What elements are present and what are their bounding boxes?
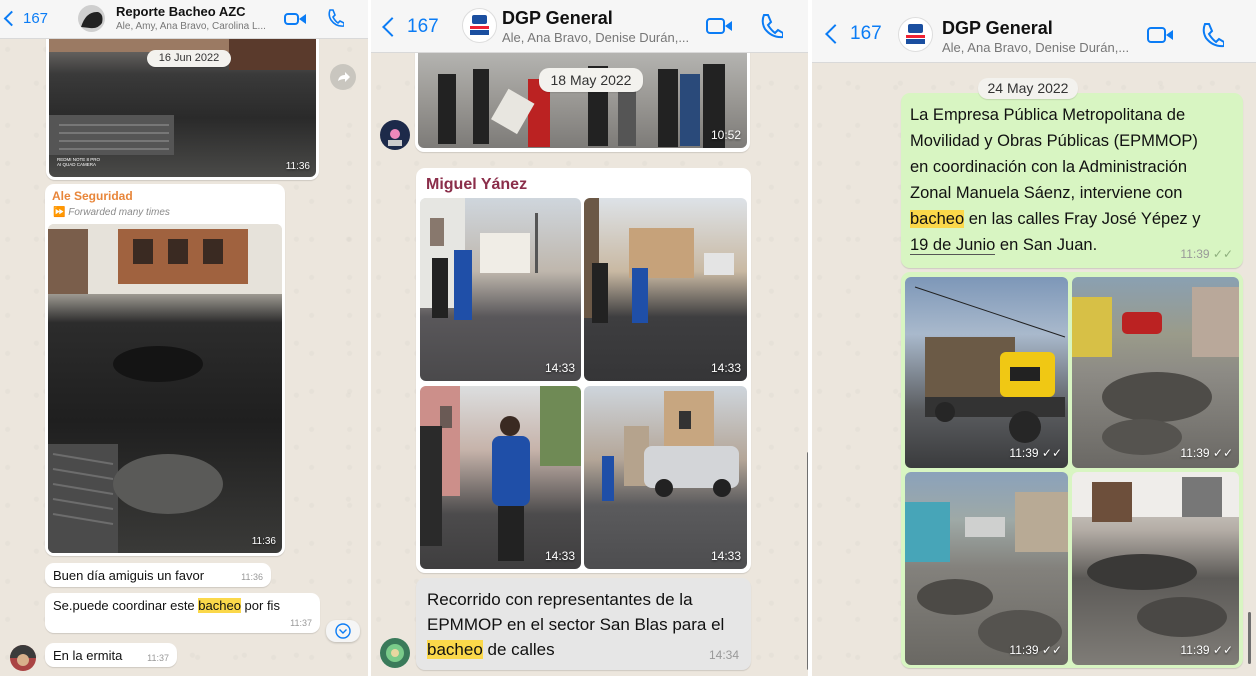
date-separator: 24 May 2022 — [978, 78, 1078, 99]
album-photo-3[interactable]: 14:33 — [420, 386, 581, 569]
date-separator: 16 Jun 2022 — [147, 50, 231, 67]
photo-message[interactable]: 10:52 — [415, 44, 750, 152]
album-photo-1[interactable]: 14:33 — [420, 198, 581, 381]
photo-time: 14:33 — [710, 361, 741, 375]
album-photo-4[interactable]: 11:39 ✓✓ — [1072, 472, 1239, 665]
photo-time: 14:33 — [710, 549, 741, 563]
forwarded-icon: ⏩ — [53, 207, 66, 218]
double-check-icon: ✓✓ — [1041, 446, 1062, 460]
message-time: 11:36 — [251, 536, 276, 547]
video-call-icon[interactable] — [1147, 27, 1166, 43]
chevron-down-icon — [335, 623, 351, 639]
back-button[interactable]: 167 — [382, 16, 439, 38]
group-avatar[interactable] — [78, 5, 105, 32]
group-photo[interactable]: 10:52 — [418, 44, 747, 148]
sender-name[interactable]: Ale Seguridad — [52, 189, 133, 203]
album-photo-1[interactable]: 11:39 ✓✓ — [905, 277, 1068, 468]
chat-subtitle[interactable]: Ale, Ana Bravo, Denise Durán,... — [502, 30, 692, 45]
scrollbar[interactable] — [1248, 612, 1251, 664]
photo-time: 11:39 ✓✓ — [1180, 643, 1233, 657]
phone-call-icon[interactable] — [1200, 22, 1225, 53]
photo-album-message[interactable]: Miguel Yánez 14:33 14:33 14:33 14:33 — [416, 168, 751, 573]
photo-time: 11:39 ✓✓ — [1009, 643, 1062, 657]
chat-title[interactable]: DGP General — [502, 8, 613, 29]
pothole-photo[interactable]: 11:36 — [48, 224, 282, 553]
chat-title[interactable]: DGP General — [942, 18, 1053, 39]
camera-watermark: REDMI NOTE 8 PRO AI QUAD CAMERA — [57, 157, 101, 167]
date-separator: 18 May 2022 — [539, 68, 643, 92]
double-check-icon: ✓✓ — [1212, 643, 1233, 657]
message-time: 11:36 — [285, 161, 310, 172]
photo-time: 11:39 ✓✓ — [1180, 446, 1233, 460]
text-message[interactable]: Se.puede coordinar este bacheo por fis 1… — [45, 593, 320, 633]
date-link[interactable]: 19 de Junio — [910, 236, 996, 255]
forwarded-photo-message[interactable]: Ale Seguridad ⏩ Forwarded many times 11:… — [45, 184, 285, 556]
chevron-left-icon — [3, 10, 20, 27]
album-photo-2[interactable]: 11:39 ✓✓ — [1072, 277, 1239, 468]
text-message[interactable]: Buen día amiguis un favor 11:36 — [45, 563, 271, 587]
sender-avatar[interactable] — [380, 120, 410, 150]
panel-divider — [368, 0, 371, 676]
forwarded-label: ⏩ Forwarded many times — [53, 207, 170, 218]
phone-call-icon[interactable] — [326, 8, 345, 33]
search-highlight: bacheo — [427, 640, 483, 659]
video-call-icon[interactable] — [706, 18, 725, 34]
back-count: 167 — [407, 16, 439, 37]
chat-header: 167 DGP General Ale, Ana Bravo, Denise D… — [812, 0, 1256, 63]
chat-subtitle[interactable]: Ale, Ana Bravo, Denise Durán,... — [942, 40, 1134, 55]
back-button[interactable]: 167 — [3, 10, 49, 27]
sender-avatar[interactable] — [10, 645, 36, 671]
photo-time: 14:33 — [544, 549, 575, 563]
chevron-left-icon — [825, 24, 845, 44]
back-count: 167 — [850, 23, 882, 44]
text-message[interactable]: Recorrido con representantes de la EPMMO… — [416, 578, 751, 670]
back-count: 167 — [23, 10, 49, 27]
forward-button[interactable] — [330, 64, 356, 90]
album-photo-4[interactable]: 14:33 — [584, 386, 747, 569]
group-avatar[interactable] — [462, 8, 497, 43]
photo-time: 14:33 — [544, 361, 575, 375]
scroll-to-bottom-button[interactable] — [326, 620, 360, 642]
group-avatar[interactable] — [898, 17, 933, 52]
panel-divider — [808, 0, 812, 676]
photo-time: 11:39 ✓✓ — [1009, 446, 1062, 460]
text-message[interactable]: La Empresa Pública Metropolitana de Movi… — [901, 93, 1243, 268]
message-time: 11:39 ✓✓ — [1180, 247, 1233, 261]
sender-avatar[interactable] — [380, 638, 410, 668]
text-message[interactable]: En la ermita 11:37 — [45, 643, 177, 667]
back-button[interactable]: 167 — [825, 23, 882, 45]
chat-subtitle[interactable]: Ale, Amy, Ana Bravo, Carolina L... — [116, 21, 274, 32]
left-chat-panel: 167 Reporte Bacheo AZC Ale, Amy, Ana Bra… — [0, 0, 368, 676]
chevron-left-icon — [382, 17, 402, 37]
share-arrow-icon — [338, 72, 350, 82]
double-check-icon: ✓✓ — [1041, 643, 1062, 657]
message-time: 10:52 — [710, 128, 741, 142]
chat-header: 167 Reporte Bacheo AZC Ale, Amy, Ana Bra… — [0, 0, 368, 39]
right-chat-panel: 167 DGP General Ale, Ana Bravo, Denise D… — [812, 0, 1256, 676]
album-photo-3[interactable]: 11:39 ✓✓ — [905, 472, 1068, 665]
chat-header: 167 DGP General Ale, Ana Bravo, Denise D… — [371, 0, 808, 53]
photo-album-message[interactable]: 11:39 ✓✓ 11:39 ✓✓ 11:39 ✓✓ 11:39 ✓✓ — [901, 272, 1243, 668]
double-check-icon: ✓✓ — [1212, 247, 1233, 261]
chat-title[interactable]: Reporte Bacheo AZC — [116, 4, 246, 19]
middle-chat-panel: 167 DGP General Ale, Ana Bravo, Denise D… — [371, 0, 808, 676]
search-highlight: bacheo — [910, 210, 965, 228]
avatar-image — [81, 11, 103, 29]
search-highlight: bacheo — [198, 598, 241, 613]
video-call-icon[interactable] — [284, 13, 299, 25]
double-check-icon: ✓✓ — [1212, 446, 1233, 460]
phone-call-icon[interactable] — [759, 13, 784, 44]
album-photo-2[interactable]: 14:33 — [584, 198, 747, 381]
sender-name[interactable]: Miguel Yánez — [426, 176, 527, 194]
